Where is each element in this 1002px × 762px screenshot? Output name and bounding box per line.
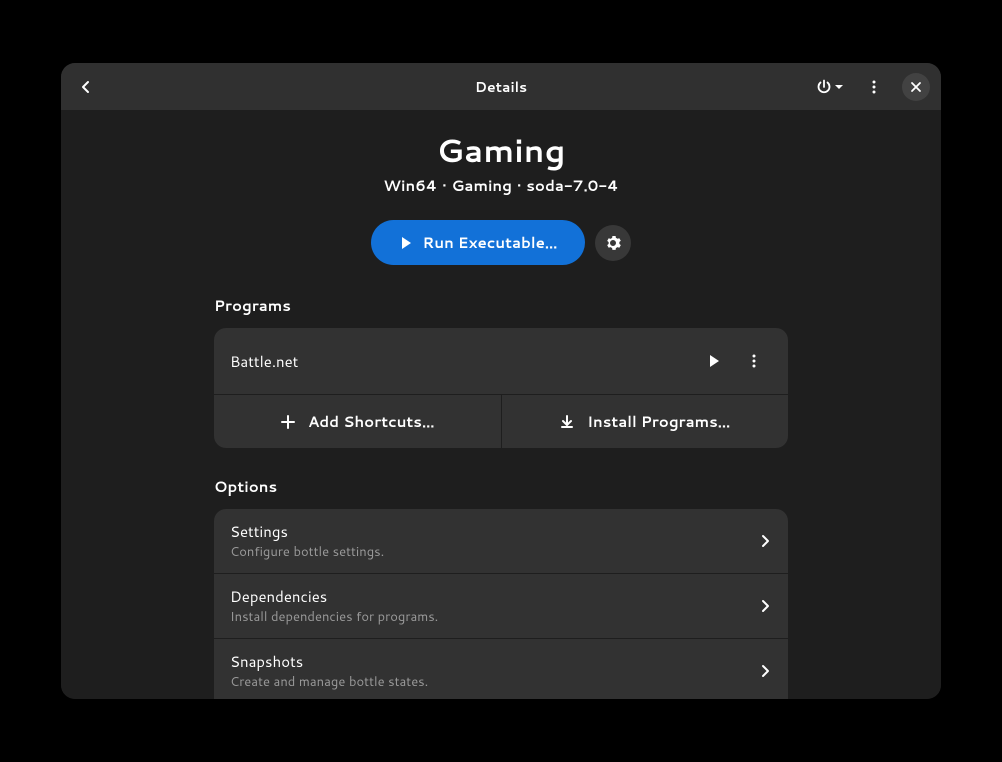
kebab-icon — [866, 79, 882, 95]
menu-button[interactable] — [856, 69, 892, 105]
back-button[interactable] — [68, 69, 104, 105]
programs-actions-row: Add Shortcuts… Install Programs… — [214, 395, 788, 448]
run-executable-button[interactable]: Run Executable… — [371, 220, 586, 265]
option-text: Settings Configure bottle settings. — [230, 521, 758, 561]
window-title: Details — [475, 77, 527, 97]
chevron-right-icon — [758, 664, 772, 678]
play-icon — [707, 354, 721, 368]
option-settings[interactable]: Settings Configure bottle settings. — [214, 509, 788, 574]
option-subtitle: Create and manage bottle states. — [230, 673, 758, 691]
option-text: Snapshots Create and manage bottle state… — [230, 651, 758, 691]
install-programs-label: Install Programs… — [587, 411, 730, 432]
bottle-title: Gaming — [61, 128, 941, 173]
programs-section-title: Programs — [214, 295, 788, 316]
program-play-button[interactable] — [696, 343, 732, 379]
arch-label: Win64 — [383, 175, 437, 196]
program-name: Battle.net — [230, 351, 696, 372]
option-dependencies[interactable]: Dependencies Install dependencies for pr… — [214, 574, 788, 639]
chevron-right-icon — [758, 599, 772, 613]
primary-actions: Run Executable… — [61, 220, 941, 265]
option-snapshots[interactable]: Snapshots Create and manage bottle state… — [214, 639, 788, 699]
add-shortcuts-button[interactable]: Add Shortcuts… — [214, 395, 502, 448]
content-area[interactable]: Gaming Win64·Gaming·soda-7.0-4 Run Execu… — [61, 110, 941, 699]
chevron-down-icon — [834, 82, 844, 92]
kebab-icon — [746, 353, 762, 369]
plus-icon — [280, 414, 296, 430]
program-actions — [696, 343, 772, 379]
runner-label: soda-7.0-4 — [526, 175, 618, 196]
bottle-subtitle: Win64·Gaming·soda-7.0-4 — [61, 175, 941, 196]
run-label: Run Executable… — [423, 232, 558, 253]
power-button[interactable] — [808, 73, 852, 101]
option-title: Settings — [230, 521, 758, 542]
option-subtitle: Install dependencies for programs. — [230, 608, 758, 626]
option-title: Dependencies — [230, 586, 758, 607]
env-label: Gaming — [452, 175, 512, 196]
titlebar: Details — [61, 63, 941, 110]
add-shortcuts-label: Add Shortcuts… — [308, 411, 435, 432]
preferences-button[interactable] — [595, 225, 631, 261]
titlebar-actions — [808, 69, 934, 105]
play-icon — [399, 236, 413, 250]
option-text: Dependencies Install dependencies for pr… — [230, 586, 758, 626]
close-button[interactable] — [902, 73, 930, 101]
programs-card: Battle.net Add S — [214, 328, 788, 448]
chevron-left-icon — [78, 79, 94, 95]
program-row: Battle.net — [214, 328, 788, 395]
app-window: Details Gaming Win64·Gaming·soda-7.0-4 — [61, 63, 941, 699]
power-icon — [816, 79, 832, 95]
option-subtitle: Configure bottle settings. — [230, 543, 758, 561]
close-icon — [910, 81, 922, 93]
options-card: Settings Configure bottle settings. Depe… — [214, 509, 788, 699]
download-icon — [559, 414, 575, 430]
gear-icon — [605, 235, 621, 251]
options-section-title: Options — [214, 476, 788, 497]
option-title: Snapshots — [230, 651, 758, 672]
bottle-header: Gaming Win64·Gaming·soda-7.0-4 Run Execu… — [61, 128, 941, 265]
program-menu-button[interactable] — [736, 343, 772, 379]
chevron-right-icon — [758, 534, 772, 548]
install-programs-button[interactable]: Install Programs… — [502, 395, 789, 448]
